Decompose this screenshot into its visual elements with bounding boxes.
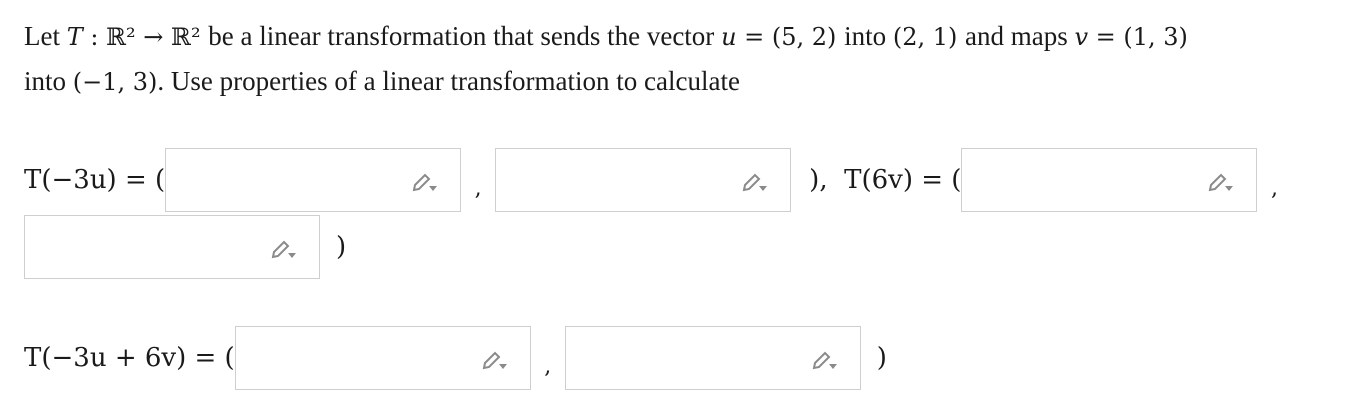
- comma-separator: ,: [1270, 175, 1278, 201]
- math-Tv-value: (−1, 3): [72, 68, 158, 96]
- problem-text: . Use properties of a linear transformat…: [157, 66, 740, 96]
- answer-input-T-6v-x[interactable]: [961, 148, 1258, 212]
- answer-input-T-combo-x[interactable]: [234, 326, 531, 390]
- pencil-dropdown-icon[interactable]: [482, 349, 508, 371]
- pencil-dropdown-icon[interactable]: [812, 349, 838, 371]
- math-T: T: [66, 23, 83, 51]
- expr-T-minus3u: T(−3u) = (: [24, 165, 166, 195]
- answer-input-T-combo-y[interactable]: [564, 326, 861, 390]
- math-v: v: [1074, 23, 1089, 51]
- answer-input-T-minus3u-y[interactable]: [495, 148, 792, 212]
- math-u-value: = (5, 2): [736, 23, 845, 51]
- answer-input-T-minus3u-x[interactable]: [165, 148, 462, 212]
- answer-input-T-6v-y[interactable]: [24, 215, 320, 279]
- problem-text: into: [24, 66, 73, 96]
- close-paren: ): [336, 232, 347, 262]
- pencil-dropdown-icon[interactable]: [1208, 171, 1234, 193]
- answer-row-2: ): [24, 213, 346, 281]
- answer-row-1: T(−3u) = ( , ), T(6v) = ( ,: [24, 146, 1291, 214]
- answer-row-3: T(−3u + 6v) = ( , ): [24, 324, 887, 392]
- pencil-dropdown-icon[interactable]: [742, 171, 768, 193]
- math-u: u: [721, 23, 737, 51]
- pencil-dropdown-icon[interactable]: [412, 171, 438, 193]
- close-paren: ): [876, 343, 887, 373]
- comma-separator: ,: [544, 353, 552, 379]
- problem-text: and maps: [964, 21, 1075, 51]
- math-Tu-value: (2, 1): [892, 23, 965, 51]
- math-v-value: = (1, 3): [1088, 23, 1188, 51]
- math-domain: : ℝ² → ℝ²: [82, 23, 209, 51]
- pencil-dropdown-icon[interactable]: [271, 238, 297, 260]
- problem-statement: Let T : ℝ² → ℝ² be a linear transformati…: [24, 14, 1324, 104]
- comma-separator: ,: [474, 175, 482, 201]
- expr-T-minus3u-plus-6v: T(−3u + 6v) = (: [24, 343, 235, 373]
- problem-text: be a linear transformation that sends th…: [208, 21, 722, 51]
- problem-text: Let: [24, 21, 67, 51]
- problem-text: into: [844, 21, 893, 51]
- expr-T-6v: ), T(6v) = (: [809, 165, 962, 195]
